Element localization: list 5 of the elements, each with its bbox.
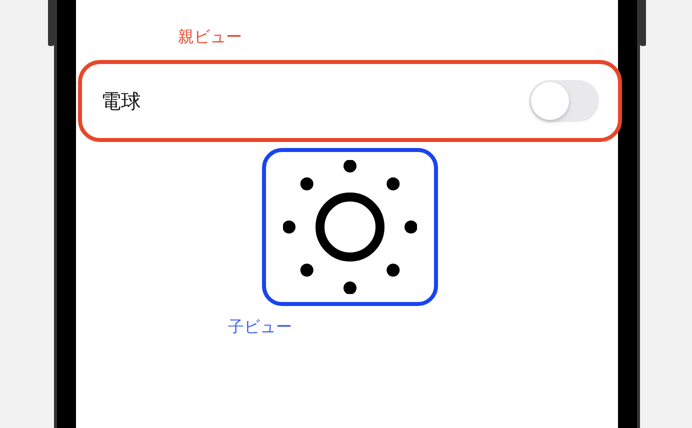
annotation-label: 子ビュー: [228, 316, 292, 338]
annotation-label: 親ビュー: [178, 26, 242, 48]
row-title: 電球: [101, 88, 141, 114]
sun-icon: [283, 160, 417, 294]
toggle-switch[interactable]: [529, 80, 599, 122]
